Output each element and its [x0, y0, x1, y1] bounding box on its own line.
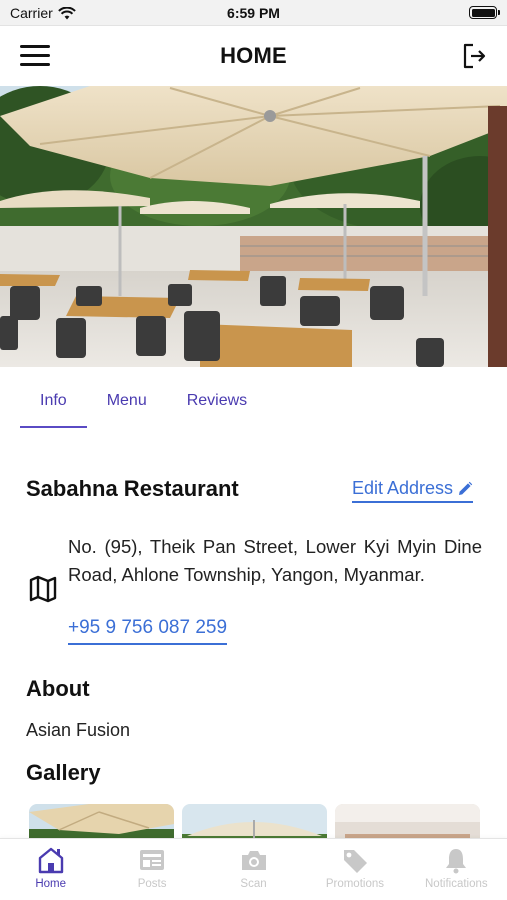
edit-address-button[interactable]: Edit Address: [351, 478, 473, 503]
status-bar: Carrier 6:59 PM: [0, 0, 507, 26]
info-tabs: Info Menu Reviews: [20, 380, 267, 428]
gallery-heading: Gallery: [26, 760, 101, 785]
nav-scan[interactable]: Scan: [203, 839, 304, 900]
nav-home-label: Home: [35, 878, 67, 890]
restaurant-name: Sabahna Restaurant: [26, 476, 239, 501]
about-heading: About: [26, 676, 90, 701]
tab-info[interactable]: Info: [20, 380, 87, 428]
restaurant-address: No. (95), Theik Pan Street, Lower Kyi My…: [68, 536, 482, 585]
nav-home[interactable]: Home: [0, 839, 101, 900]
bell-icon: [446, 849, 467, 874]
bottom-nav: Home Posts Scan Promotions Notifications: [0, 838, 507, 900]
tab-reviews[interactable]: Reviews: [167, 380, 267, 428]
home-icon: [38, 847, 63, 874]
phone-link[interactable]: +95 9 756 087 259: [68, 617, 228, 645]
status-time: 6:59 PM: [227, 5, 280, 21]
about-text: Asian Fusion: [26, 720, 131, 740]
nav-promotions-label: Promotions: [325, 878, 384, 890]
nav-notifications[interactable]: Notifications: [406, 839, 507, 900]
nav-posts-label: Posts: [137, 878, 167, 890]
camera-icon: [241, 851, 266, 870]
edit-address-label: Edit Address: [351, 478, 453, 498]
nav-posts[interactable]: Posts: [101, 839, 202, 900]
page-title: HOME: [220, 43, 287, 68]
tag-icon: [343, 850, 367, 873]
logout-icon[interactable]: [461, 42, 487, 70]
pencil-icon: [459, 481, 473, 495]
tab-menu[interactable]: Menu: [87, 380, 167, 428]
nav-promotions[interactable]: Promotions: [304, 839, 405, 900]
app-header: HOME: [0, 26, 507, 86]
posts-icon: [140, 850, 165, 870]
nav-scan-label: Scan: [240, 878, 267, 890]
battery-icon: [469, 6, 500, 19]
restaurant-hero-image: [0, 86, 507, 367]
map-icon: [29, 575, 57, 603]
nav-notifications-label: Notifications: [425, 878, 488, 890]
